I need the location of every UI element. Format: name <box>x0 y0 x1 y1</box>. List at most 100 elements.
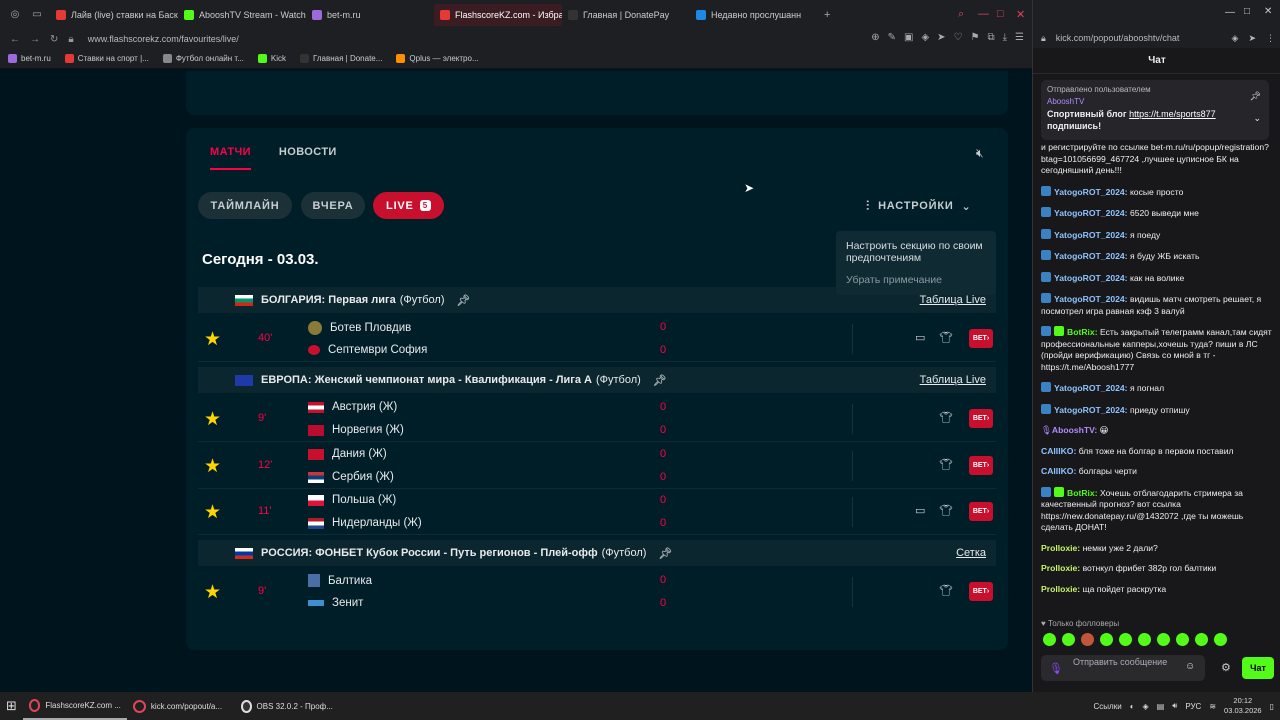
star-icon[interactable]: ★ <box>204 408 221 431</box>
menu-icon[interactable]: ⋮ <box>1266 33 1275 44</box>
notifications-icon[interactable]: ▯ <box>1270 702 1274 711</box>
chat-url[interactable]: kick.com/popout/abooshtv/chat <box>1056 33 1180 43</box>
bet-button[interactable]: BET › <box>969 582 993 601</box>
match-row[interactable]: ★ 9' Балтика Зенит 0 0 👕︎ BET › <box>198 569 996 615</box>
dismiss-tooltip-link[interactable]: Убрать примечание <box>846 274 986 286</box>
tab-matches[interactable]: МАТЧИ <box>210 146 251 170</box>
new-tab-icon[interactable]: + <box>824 9 830 21</box>
tab-5[interactable]: Недавно прослушанн <box>690 4 818 26</box>
chat-input[interactable]: Отправить сообщение <box>1041 655 1205 681</box>
bet-button[interactable]: BET › <box>969 456 993 475</box>
browser-menu-icon[interactable]: ◎ <box>8 8 22 22</box>
mute-icon[interactable]: 🔇︎ <box>976 146 984 161</box>
tab-0[interactable]: Лайв (live) ставки на Баскетбол <box>50 4 178 26</box>
message-user[interactable]: Prolloxie: <box>1041 563 1080 573</box>
pin-icon[interactable]: 📌︎ <box>1250 90 1261 102</box>
message-user[interactable]: CAIIIKO: <box>1041 466 1076 476</box>
message-user[interactable]: YatogoROT_2024: <box>1054 294 1128 304</box>
emote-icon[interactable] <box>1081 633 1094 646</box>
emoji-icon[interactable]: ☺ <box>1185 661 1195 672</box>
gear-icon[interactable]: ⚙ <box>1221 661 1231 674</box>
settings-button[interactable]: ⫶ НАСТРОЙКИ ⌄ <box>866 198 972 214</box>
message-user[interactable]: YatogoROT_2024: <box>1054 208 1128 218</box>
star-icon[interactable]: ★ <box>204 328 221 351</box>
maximize-icon[interactable]: □ <box>1244 6 1250 17</box>
tab-1[interactable]: AbooshTV Stream - Watch <box>178 4 306 26</box>
maximize-icon[interactable]: □ <box>997 8 1004 20</box>
extensions-icon[interactable]: ⧉ <box>987 32 994 43</box>
emote-icon[interactable] <box>1195 633 1208 646</box>
emote-icon[interactable] <box>1100 633 1113 646</box>
league-header[interactable]: РОССИЯ: ФОНБЕТ Кубок России - Путь регио… <box>198 540 996 566</box>
send-chat-button[interactable]: Чат <box>1242 657 1274 679</box>
emote-icon[interactable] <box>1176 633 1189 646</box>
tv-icon[interactable]: ▭ <box>915 331 925 344</box>
forward-icon[interactable]: → <box>30 34 40 45</box>
message-user[interactable]: CAIIIKO: <box>1041 446 1076 456</box>
star-icon[interactable]: ★ <box>204 455 221 478</box>
pinned-link[interactable]: https://t.me/sports877 <box>1129 109 1216 119</box>
pill-live[interactable]: LIVE 5 <box>373 192 444 219</box>
bet-button[interactable]: BET › <box>969 329 993 348</box>
message-user[interactable]: Prolloxie: <box>1041 584 1080 594</box>
bookmark-4[interactable]: Главная | Donate... <box>299 54 382 63</box>
back-icon[interactable]: ← <box>10 34 20 45</box>
emote-icon[interactable] <box>1062 633 1075 646</box>
match-row[interactable]: ★ 40' Ботев Пловдив Септември София 0 0 … <box>198 316 996 362</box>
message-user[interactable]: BotRix: <box>1067 488 1098 498</box>
wifi-icon[interactable]: ≋ <box>1209 702 1216 711</box>
bookmark-5[interactable]: Qplus — электро... <box>396 54 479 63</box>
bet-button[interactable]: BET › <box>969 409 993 428</box>
heart-icon[interactable]: ♡ <box>954 32 963 43</box>
pill-yesterday[interactable]: ВЧЕРА <box>301 192 365 219</box>
zoom-icon[interactable]: ⊕ <box>871 32 879 43</box>
match-row[interactable]: ★ 12' Дания (Ж) Сербия (Ж) 0 0 👕︎ BET › <box>198 443 996 489</box>
emote-icon[interactable] <box>1157 633 1170 646</box>
close-icon[interactable]: ✕ <box>1264 6 1272 17</box>
share-icon[interactable]: ➤ <box>1248 33 1256 44</box>
pin-icon[interactable]: 📌︎ <box>457 294 471 307</box>
search-icon[interactable]: ⌕ <box>958 8 964 21</box>
bookmark-3[interactable]: Kick <box>257 54 286 63</box>
pill-timeline[interactable]: ТАЙМЛАЙН <box>198 192 292 219</box>
bookmark-1[interactable]: Ставки на спорт |... <box>64 54 149 63</box>
minimize-icon[interactable]: — <box>1225 7 1235 18</box>
lineup-icon[interactable]: 👕︎ <box>939 331 953 344</box>
lineup-icon[interactable]: 👕︎ <box>939 584 953 597</box>
pin-icon[interactable]: ✎ <box>888 32 896 43</box>
menu-icon[interactable]: ☰ <box>1015 32 1024 43</box>
chevron-down-icon[interactable]: ⌄ <box>1253 112 1261 124</box>
lineup-icon[interactable]: 👕︎ <box>939 411 953 424</box>
standings-link[interactable]: Таблица Live <box>920 374 986 386</box>
network-icon[interactable]: ▤ <box>1157 702 1165 711</box>
emote-icon[interactable] <box>1119 633 1132 646</box>
message-user[interactable]: YatogoROT_2024: <box>1054 230 1128 240</box>
star-icon[interactable]: ★ <box>204 501 221 524</box>
emote-icon[interactable] <box>1138 633 1151 646</box>
emote-icon[interactable] <box>1214 633 1227 646</box>
star-icon[interactable]: ★ <box>204 581 221 604</box>
bookmark-2[interactable]: Футбол онлайн т... <box>162 54 244 63</box>
tab-news[interactable]: НОВОСТИ <box>279 146 337 170</box>
tab-3-active[interactable]: FlashscoreKZ.com - Избранное <box>434 3 562 26</box>
lineup-icon[interactable]: 👕︎ <box>939 458 953 471</box>
standings-link[interactable]: Таблица Live <box>920 294 986 306</box>
tray-links[interactable]: Ссылки <box>1094 702 1122 711</box>
message-user[interactable]: AbooshTV: <box>1052 425 1097 435</box>
start-button[interactable]: ⊞ <box>0 692 23 720</box>
clock[interactable]: 20:12 03.03.2026 <box>1224 696 1262 716</box>
screenshot-icon[interactable]: ▣ <box>904 32 913 43</box>
message-user[interactable]: YatogoROT_2024: <box>1054 405 1128 415</box>
shield-icon[interactable]: ◈ <box>921 32 929 43</box>
volume-icon[interactable]: 🔊︎ <box>1172 701 1177 711</box>
bookmark-0[interactable]: bet-m.ru <box>8 54 51 63</box>
message-user[interactable]: YatogoROT_2024: <box>1054 273 1128 283</box>
bracket-link[interactable]: Сетка <box>956 547 986 559</box>
language-indicator[interactable]: РУС <box>1185 702 1201 711</box>
shield-icon[interactable]: ◈ <box>1232 33 1239 44</box>
tab-4[interactable]: Главная | DonatePay <box>562 4 690 26</box>
mic-icon[interactable]: 🎙︎ <box>1049 662 1063 675</box>
message-user[interactable]: YatogoROT_2024: <box>1054 251 1128 261</box>
tray-app-icon[interactable]: ◐ <box>1130 702 1135 711</box>
pin-icon[interactable]: 📌︎ <box>653 374 667 387</box>
